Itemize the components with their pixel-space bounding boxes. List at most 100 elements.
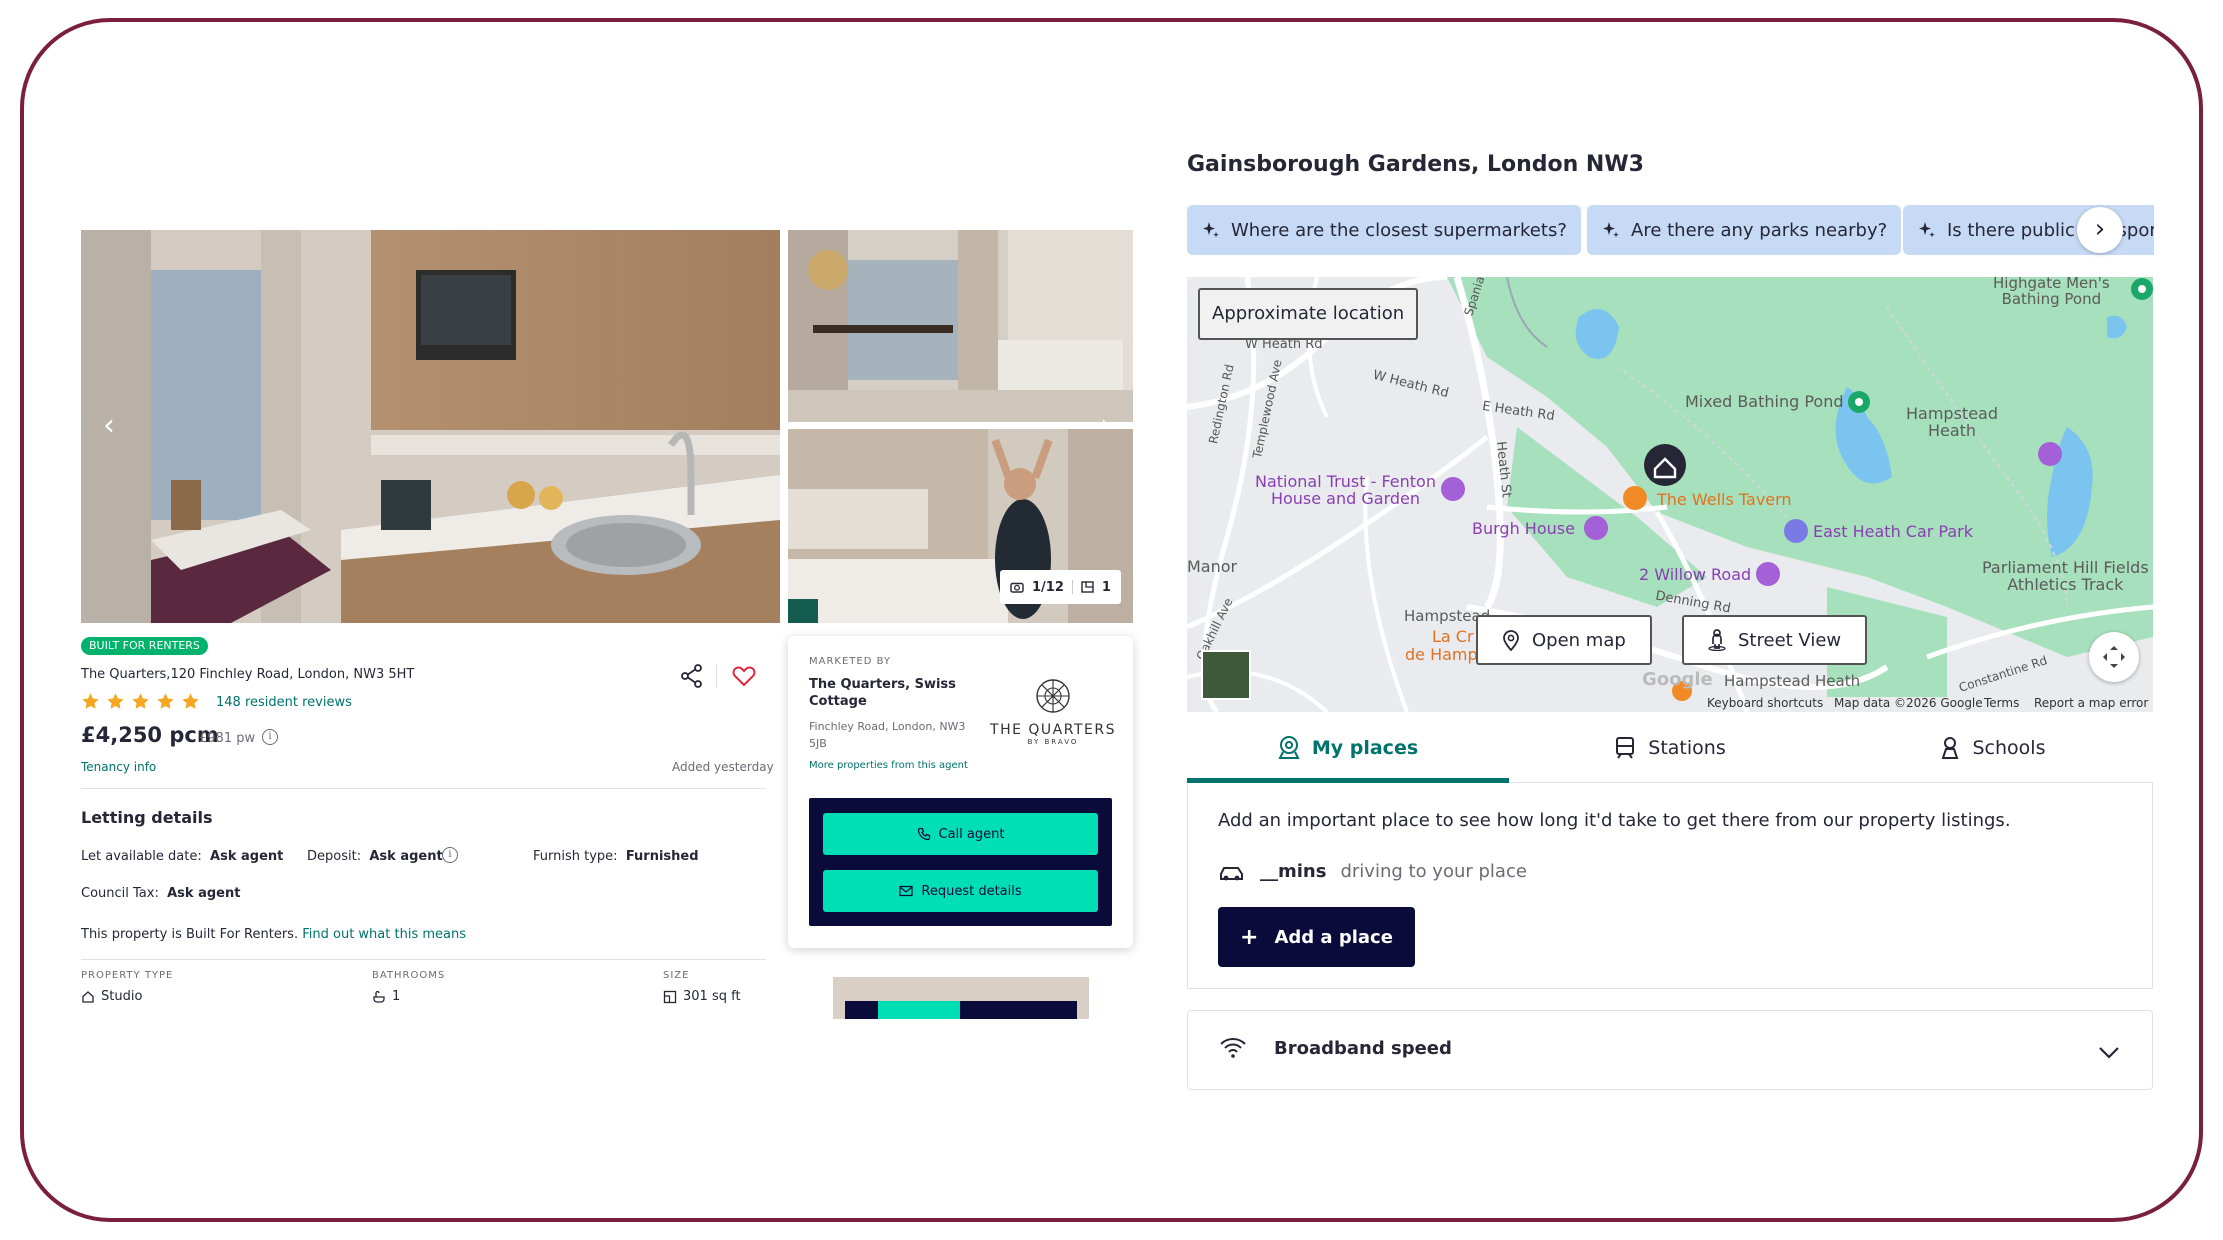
tab-stations-label: Stations <box>1648 736 1726 759</box>
deposit-value: Ask agent <box>369 849 443 864</box>
school-icon <box>1941 736 1958 759</box>
tab-stations[interactable]: Stations <box>1509 712 1831 783</box>
floorplan-count: 1 <box>1101 579 1111 595</box>
street-view-label: Street View <box>1738 629 1842 651</box>
phone-icon <box>917 827 930 841</box>
built-for-link[interactable]: Find out what this means <box>302 927 466 942</box>
question-chips: Where are the closest supermarkets? Are … <box>1187 205 2154 255</box>
star-icon <box>107 693 124 709</box>
tab-my-places-label: My places <box>1311 736 1419 759</box>
furnish-type-value: Furnished <box>625 849 699 864</box>
street-view-button[interactable]: Street View <box>1682 615 1868 665</box>
tab-schools[interactable]: Schools <box>1831 712 2153 783</box>
terms-link[interactable]: Terms <box>1984 696 2019 710</box>
property-type-text: Studio <box>101 989 143 1004</box>
request-details-button[interactable]: Request details <box>823 870 1098 912</box>
map-fullscreen-button[interactable] <box>2089 632 2139 682</box>
deposit-label: Deposit: <box>307 849 362 864</box>
agent-contact-panel: Call agent Request details <box>809 798 1112 926</box>
keyboard-shortcuts-link[interactable]: Keyboard shortcuts <box>1707 696 1823 710</box>
deposit: Deposit: Ask agent <box>307 849 443 864</box>
agent-logo: THE QUARTERS BY BRAVO <box>988 676 1118 746</box>
divider <box>81 959 766 960</box>
drive-minutes: __mins <box>1260 861 1327 882</box>
price-pw: £981 pw <box>199 731 256 746</box>
wifi-icon <box>1220 1038 1246 1058</box>
bathrooms-value: 1 <box>372 989 400 1004</box>
satellite-toggle[interactable] <box>1201 650 1251 700</box>
star-icon <box>82 693 99 709</box>
size-text: 301 sq ft <box>683 989 741 1004</box>
house-icon <box>82 990 94 1003</box>
thumbnail-photo-1[interactable]: › <box>788 230 1133 422</box>
open-map-label: Open map <box>1532 629 1626 651</box>
map-label-burgh-house: Burgh House <box>1472 519 1575 538</box>
property-type-label: PROPERTY TYPE <box>81 970 174 981</box>
mail-icon <box>899 885 913 897</box>
tab-schools-label: Schools <box>1972 736 2046 759</box>
broadband-accordion[interactable]: Broadband speed <box>1187 1010 2153 1090</box>
google-logo: Google <box>1642 669 1713 690</box>
sticky-agent-card-peek <box>833 977 1089 1019</box>
heart-icon[interactable] <box>730 662 758 690</box>
main-photo[interactable]: ‹ <box>81 230 780 623</box>
share-icon[interactable] <box>678 662 706 690</box>
agent-logo-mark-icon <box>1036 679 1070 713</box>
sparkle-icon <box>1603 222 1619 238</box>
chip-supermarkets[interactable]: Where are the closest supermarkets? <box>1187 205 1581 255</box>
report-map-error-link[interactable]: Report a map error <box>2034 696 2148 710</box>
call-agent-label: Call agent <box>938 826 1005 842</box>
map[interactable]: Highgate Men's Bathing Pond Mixed Bathin… <box>1187 277 2153 712</box>
map-label-manor: Manor <box>1187 557 1238 576</box>
agent-name[interactable]: The Quarters, Swiss Cottage <box>809 676 979 710</box>
request-details-label: Request details <box>921 883 1022 899</box>
letting-details-title: Letting details <box>81 808 213 827</box>
camera-icon <box>1010 581 1024 593</box>
star-icon <box>157 693 174 709</box>
map-data-text: Map data ©2026 Google <box>1834 696 1983 710</box>
more-properties-link[interactable]: More properties from this agent <box>809 760 968 771</box>
council-tax-value: Ask agent <box>167 886 241 901</box>
size-label: SIZE <box>663 970 690 981</box>
train-icon <box>1616 736 1635 759</box>
nearby-tabs: My places Stations Schools <box>1187 712 2153 783</box>
add-place-button[interactable]: + Add a place <box>1218 907 1415 967</box>
marketed-by-label: MARKETED BY <box>809 656 892 667</box>
tab-my-places[interactable]: My places <box>1187 712 1509 783</box>
resident-reviews-link[interactable]: 148 resident reviews <box>216 695 352 710</box>
chip-label: Where are the closest supermarkets? <box>1231 219 1567 241</box>
built-for-renters-badge: BUILT FOR RENTERS <box>81 637 208 655</box>
tenancy-info-link[interactable]: Tenancy info <box>81 760 156 774</box>
drive-label: driving to your place <box>1340 861 1527 882</box>
bathrooms-label: BATHROOMS <box>372 970 446 981</box>
gallery-next-button[interactable]: › <box>1088 408 1124 422</box>
approximate-location-badge: Approximate location <box>1198 288 1419 340</box>
bathrooms-text: 1 <box>392 989 401 1004</box>
gallery-counter[interactable]: 1/12 1 <box>1000 570 1121 604</box>
photo-count: 1/12 <box>1032 579 1064 595</box>
chips-next-button[interactable]: › <box>2077 207 2123 253</box>
place-pin-icon <box>1278 735 1300 759</box>
property-type-value: Studio <box>81 989 142 1004</box>
chip-parks[interactable]: Are there any parks nearby? <box>1587 205 1902 255</box>
furnish-type-label: Furnish type: <box>533 849 618 864</box>
deposit-info-icon[interactable]: i <box>442 847 458 863</box>
map-label-parliament-hill: Parliament Hill Fields Athletics Track <box>1982 558 2149 594</box>
council-tax: Council Tax: Ask agent <box>81 886 240 901</box>
map-label-east-heath: East Heath Car Park <box>1813 522 1974 541</box>
built-for-renters-note: This property is Built For Renters. Find… <box>81 927 466 942</box>
open-map-button[interactable]: Open map <box>1476 615 1652 665</box>
floorplan-size-icon <box>663 990 677 1003</box>
size-value: 301 sq ft <box>663 989 741 1004</box>
my-places-description: Add an important place to see how long i… <box>1218 810 2011 831</box>
car-icon <box>1220 866 1243 880</box>
call-agent-button[interactable]: Call agent <box>823 813 1098 855</box>
map-label-highgate: Highgate Men's Bathing Pond <box>1993 277 2110 308</box>
gallery-prev-button[interactable]: ‹ <box>91 408 127 444</box>
star-icon <box>132 693 149 709</box>
price-info-icon[interactable]: i <box>262 729 278 745</box>
sparkle-icon <box>1203 222 1219 238</box>
furnish-type: Furnish type: Furnished <box>533 849 699 864</box>
map-label-wells-tavern: The Wells Tavern <box>1657 490 1792 509</box>
location-pin-icon <box>1503 630 1519 651</box>
